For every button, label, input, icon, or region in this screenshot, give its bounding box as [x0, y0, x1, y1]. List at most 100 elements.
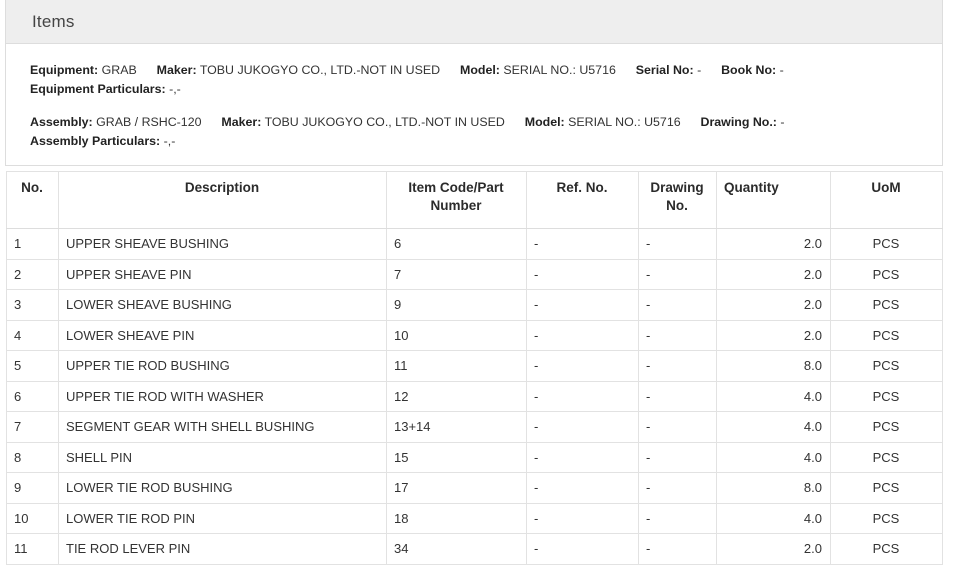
cell-description: TIE ROD LEVER PIN	[59, 534, 387, 565]
table-row[interactable]: 9LOWER TIE ROD BUSHING17--8.0PCS	[7, 473, 943, 504]
cell-item-code: 18	[387, 503, 527, 534]
equipment-info-line: Equipment: GRAB Maker: TOBU JUKOGYO CO.,…	[30, 61, 918, 80]
cell-item-code: 34	[387, 534, 527, 565]
assembly-value: GRAB / RSHC-120	[96, 115, 201, 129]
cell-ref-no: -	[527, 259, 639, 290]
assembly-info-group: Assembly: GRAB / RSHC-120 Maker: TOBU JU…	[30, 113, 918, 151]
equipment-serial-no-label: Serial No:	[636, 63, 694, 77]
equipment-model-label: Model:	[460, 63, 500, 77]
table-row[interactable]: 11TIE ROD LEVER PIN34--2.0PCS	[7, 534, 943, 565]
cell-item-code: 17	[387, 473, 527, 504]
cell-description: SEGMENT GEAR WITH SHELL BUSHING	[59, 412, 387, 443]
column-header-no[interactable]: No.	[7, 172, 59, 229]
table-row[interactable]: 6UPPER TIE ROD WITH WASHER12--4.0PCS	[7, 381, 943, 412]
cell-ref-no: -	[527, 534, 639, 565]
items-table: No. Description Item Code/Part Number Re…	[6, 171, 943, 565]
panel-heading: Items	[6, 0, 942, 44]
equipment-particulars-label: Equipment Particulars:	[30, 82, 166, 96]
cell-no: 9	[7, 473, 59, 504]
table-row[interactable]: 4LOWER SHEAVE PIN10--2.0PCS	[7, 320, 943, 351]
table-row[interactable]: 1UPPER SHEAVE BUSHING6--2.0PCS	[7, 229, 943, 260]
assembly-particulars-line: Assembly Particulars: -,-	[30, 132, 918, 151]
equipment-book-no-label: Book No:	[721, 63, 776, 77]
cell-item-code: 6	[387, 229, 527, 260]
cell-description: LOWER TIE ROD BUSHING	[59, 473, 387, 504]
cell-drawing-no: -	[639, 412, 717, 443]
cell-no: 6	[7, 381, 59, 412]
column-header-item-code[interactable]: Item Code/Part Number	[387, 172, 527, 229]
cell-ref-no: -	[527, 351, 639, 382]
assembly-particulars-label: Assembly Particulars:	[30, 134, 160, 148]
cell-item-code: 13+14	[387, 412, 527, 443]
column-header-description[interactable]: Description	[59, 172, 387, 229]
assembly-label: Assembly:	[30, 115, 93, 129]
cell-item-code: 11	[387, 351, 527, 382]
column-header-uom[interactable]: UoM	[831, 172, 943, 229]
cell-quantity: 2.0	[717, 534, 831, 565]
cell-quantity: 4.0	[717, 412, 831, 443]
cell-uom: PCS	[831, 320, 943, 351]
cell-quantity: 4.0	[717, 442, 831, 473]
cell-no: 8	[7, 442, 59, 473]
column-header-drawing-no[interactable]: Drawing No.	[639, 172, 717, 229]
assembly-info-line: Assembly: GRAB / RSHC-120 Maker: TOBU JU…	[30, 113, 918, 132]
equipment-particulars-line: Equipment Particulars: -,-	[30, 80, 918, 99]
cell-description: LOWER TIE ROD PIN	[59, 503, 387, 534]
cell-quantity: 4.0	[717, 381, 831, 412]
equipment-model-value: SERIAL NO.: U5716	[503, 63, 615, 77]
table-row[interactable]: 3LOWER SHEAVE BUSHING9--2.0PCS	[7, 290, 943, 321]
panel-body: Equipment: GRAB Maker: TOBU JUKOGYO CO.,…	[6, 44, 942, 165]
cell-uom: PCS	[831, 229, 943, 260]
table-row[interactable]: 8SHELL PIN15--4.0PCS	[7, 442, 943, 473]
cell-uom: PCS	[831, 503, 943, 534]
cell-description: SHELL PIN	[59, 442, 387, 473]
cell-description: UPPER SHEAVE BUSHING	[59, 229, 387, 260]
cell-drawing-no: -	[639, 503, 717, 534]
assembly-model-value: SERIAL NO.: U5716	[568, 115, 680, 129]
cell-item-code: 12	[387, 381, 527, 412]
cell-ref-no: -	[527, 290, 639, 321]
items-panel: Items Equipment: GRAB Maker: TOBU JUKOGY…	[5, 0, 943, 166]
table-row[interactable]: 2UPPER SHEAVE PIN7--2.0PCS	[7, 259, 943, 290]
cell-description: UPPER TIE ROD BUSHING	[59, 351, 387, 382]
cell-description: LOWER SHEAVE PIN	[59, 320, 387, 351]
cell-uom: PCS	[831, 259, 943, 290]
cell-quantity: 2.0	[717, 320, 831, 351]
cell-description: LOWER SHEAVE BUSHING	[59, 290, 387, 321]
cell-quantity: 8.0	[717, 351, 831, 382]
cell-uom: PCS	[831, 381, 943, 412]
table-row[interactable]: 7SEGMENT GEAR WITH SHELL BUSHING13+14--4…	[7, 412, 943, 443]
page-title: Items	[21, 12, 75, 32]
table-header-row: No. Description Item Code/Part Number Re…	[7, 172, 943, 229]
cell-no: 4	[7, 320, 59, 351]
cell-drawing-no: -	[639, 351, 717, 382]
cell-uom: PCS	[831, 351, 943, 382]
assembly-drawing-no-label: Drawing No.:	[701, 115, 777, 129]
cell-quantity: 2.0	[717, 259, 831, 290]
assembly-maker-label: Maker:	[221, 115, 261, 129]
cell-uom: PCS	[831, 534, 943, 565]
assembly-maker-value: TOBU JUKOGYO CO., LTD.-NOT IN USED	[265, 115, 505, 129]
equipment-label: Equipment:	[30, 63, 98, 77]
cell-description: UPPER TIE ROD WITH WASHER	[59, 381, 387, 412]
cell-uom: PCS	[831, 442, 943, 473]
cell-ref-no: -	[527, 229, 639, 260]
column-header-quantity[interactable]: Quantity	[717, 172, 831, 229]
items-page: Items Equipment: GRAB Maker: TOBU JUKOGY…	[0, 0, 957, 575]
cell-ref-no: -	[527, 473, 639, 504]
cell-uom: PCS	[831, 290, 943, 321]
table-row[interactable]: 5UPPER TIE ROD BUSHING11--8.0PCS	[7, 351, 943, 382]
equipment-particulars-value: -,-	[169, 82, 181, 96]
column-header-ref-no[interactable]: Ref. No.	[527, 172, 639, 229]
cell-drawing-no: -	[639, 320, 717, 351]
equipment-info-group: Equipment: GRAB Maker: TOBU JUKOGYO CO.,…	[30, 61, 918, 99]
cell-item-code: 9	[387, 290, 527, 321]
cell-no: 3	[7, 290, 59, 321]
cell-item-code: 7	[387, 259, 527, 290]
cell-quantity: 4.0	[717, 503, 831, 534]
cell-description: UPPER SHEAVE PIN	[59, 259, 387, 290]
cell-drawing-no: -	[639, 290, 717, 321]
cell-ref-no: -	[527, 442, 639, 473]
table-row[interactable]: 10LOWER TIE ROD PIN18--4.0PCS	[7, 503, 943, 534]
cell-ref-no: -	[527, 503, 639, 534]
